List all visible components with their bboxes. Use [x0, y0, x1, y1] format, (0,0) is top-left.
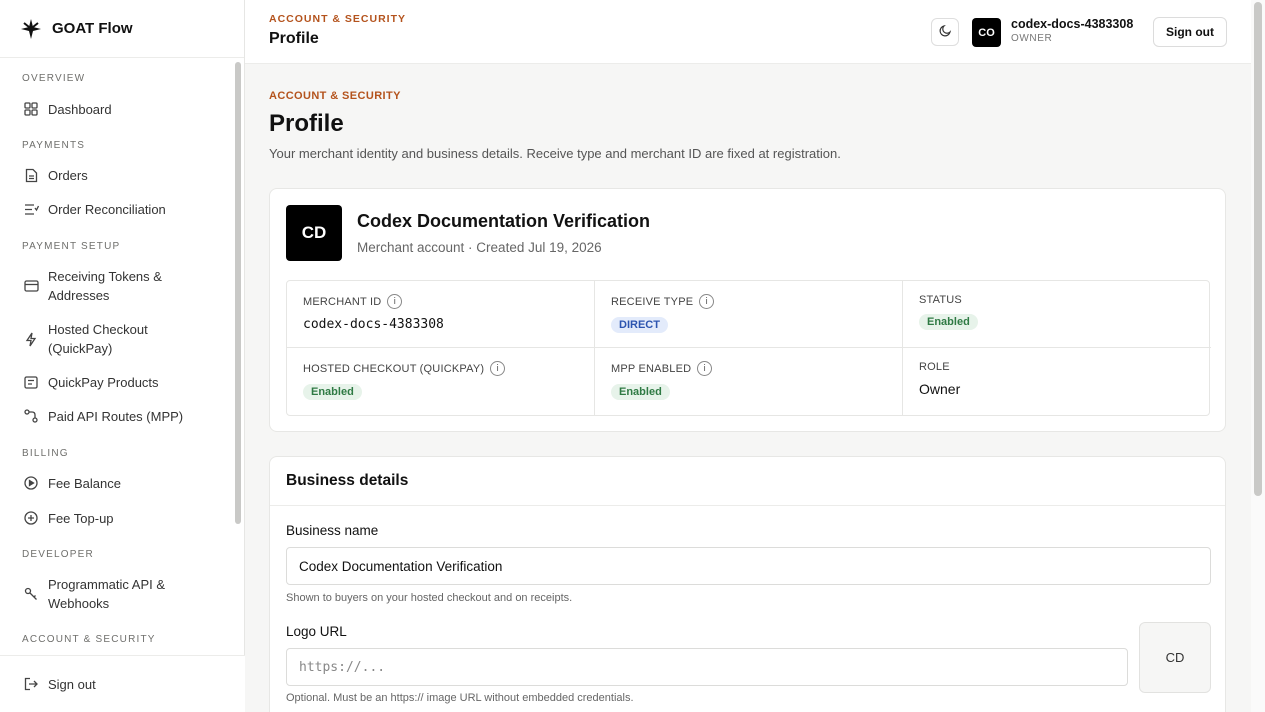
merchant-avatar: CD [286, 205, 342, 261]
section-account-security: ACCOUNT & SECURITY [22, 634, 156, 645]
sidebar-item-label: Receiving Tokens & Addresses [48, 269, 162, 303]
business-name-hint: Shown to buyers on your hosted checkout … [286, 592, 573, 604]
sidebar-item-receiving-tokens[interactable]: Receiving Tokens & Addresses [14, 266, 220, 306]
list-check-icon [22, 200, 40, 218]
role-value: Owner [919, 381, 961, 397]
receive-type-label: RECEIVE TYPE [611, 295, 694, 308]
logo-preview: CD [1139, 622, 1211, 693]
sidebar-item-dashboard[interactable]: Dashboard [14, 98, 220, 120]
business-details-card: Business details Business name Codex Doc… [269, 456, 1226, 712]
role-label: ROLE [919, 361, 950, 373]
page-eyebrow: ACCOUNT & SECURITY [269, 90, 401, 102]
sidebar-item-order-reconciliation[interactable]: Order Reconciliation [14, 198, 220, 220]
info-icon[interactable]: i [490, 361, 506, 376]
sidebar-item-hosted-checkout[interactable]: Hosted Checkout (QuickPay) [14, 319, 220, 359]
section-developer: DEVELOPER [22, 549, 94, 560]
receive-type-badge: DIRECT [611, 317, 668, 333]
role-cell: ROLE Owner [903, 348, 1211, 415]
route-icon [22, 407, 40, 425]
sidebar-item-label: Order Reconciliation [48, 201, 166, 217]
topbar: ACCOUNT & SECURITY Profile CO codex-docs… [245, 0, 1251, 64]
sidebar-item-label: Fee Top-up [48, 510, 114, 526]
section-billing: BILLING [22, 448, 69, 459]
mpp-enabled-badge: Enabled [611, 384, 670, 400]
receipt-icon [22, 373, 40, 391]
hosted-checkout-label: HOSTED CHECKOUT (QUICKPAY) [303, 362, 485, 375]
breadcrumb: ACCOUNT & SECURITY [269, 13, 407, 25]
sidebar-scrollbar[interactable] [235, 62, 241, 524]
receive-type-cell: RECEIVE TYPE i DIRECT [595, 281, 903, 348]
play-circle-icon [22, 474, 40, 492]
user-name: codex-docs-4383308 [1011, 17, 1134, 31]
sidebar-item-label: QuickPay Products [48, 374, 159, 390]
sidebar-item-orders[interactable]: Orders [14, 164, 220, 186]
business-name-input[interactable]: Codex Documentation Verification [286, 547, 1211, 585]
sidebar-item-label: Fee Balance [48, 475, 121, 491]
card-icon [22, 277, 40, 295]
sidebar-item-programmatic-api[interactable]: Programmatic API & Webhooks [14, 574, 220, 614]
brand-name: GOAT Flow [52, 20, 133, 37]
main-scrollbar[interactable] [1254, 2, 1262, 496]
section-payment-setup: PAYMENT SETUP [22, 241, 121, 252]
sidebar-item-quickpay-products[interactable]: QuickPay Products [14, 371, 220, 393]
hosted-checkout-cell: HOSTED CHECKOUT (QUICKPAY) i Enabled [287, 348, 595, 415]
business-name-label: Business name [286, 523, 379, 538]
info-icon[interactable]: i [699, 294, 715, 309]
sidebar: GOAT Flow OVERVIEW Dashboard PAYMENTS Or… [0, 0, 245, 712]
page-title: Profile [269, 110, 344, 137]
document-icon [22, 166, 40, 184]
sidebar-item-label: Programmatic API & Webhooks [48, 577, 166, 611]
hosted-checkout-badge: Enabled [303, 384, 362, 400]
user-role: OWNER [1011, 33, 1053, 44]
grid-icon [22, 100, 40, 118]
sidebar-item-paid-api-routes[interactable]: Paid API Routes (MPP) [14, 405, 220, 427]
info-icon[interactable]: i [697, 361, 713, 376]
status-badge: Enabled [919, 314, 978, 330]
mpp-enabled-cell: MPP ENABLED i Enabled [595, 348, 903, 415]
sidebar-item-label: Paid API Routes (MPP) [48, 408, 184, 424]
sidebar-item-label: Dashboard [48, 101, 112, 117]
logo-url-input[interactable]: https://... [286, 648, 1128, 686]
merchant-id-cell: MERCHANT ID i codex-docs-4383308 [287, 281, 595, 348]
goat-logo-icon [20, 18, 42, 40]
topbar-title: Profile [269, 30, 319, 47]
merchant-id-value: codex-docs-4383308 [303, 317, 444, 332]
section-payments: PAYMENTS [22, 140, 86, 151]
status-label: STATUS [919, 294, 962, 306]
sidebar-item-label: Hosted Checkout (QuickPay) [48, 322, 148, 356]
merchant-name: Codex Documentation Verification [357, 211, 651, 231]
sign-out-label: Sign out [48, 676, 96, 692]
logo-url-hint: Optional. Must be an https:// image URL … [286, 692, 634, 704]
avatar[interactable]: CO [972, 18, 1001, 47]
merchant-details-grid: MERCHANT ID i codex-docs-4383308 RECEIVE … [286, 280, 1211, 416]
page-description: Your merchant identity and business deta… [269, 146, 841, 161]
info-icon[interactable]: i [387, 294, 403, 309]
mpp-enabled-label: MPP ENABLED [611, 362, 692, 375]
sidebar-item-label: Orders [48, 167, 88, 183]
sign-out-icon [22, 675, 40, 693]
sidebar-item-fee-topup[interactable]: Fee Top-up [14, 507, 220, 529]
sidebar-nav: OVERVIEW Dashboard PAYMENTS Orders Order… [0, 58, 230, 655]
merchant-meta: Merchant account · Created Jul 19, 2026 [357, 240, 602, 255]
merchant-card: CD Codex Documentation Verification Merc… [269, 188, 1226, 432]
merchant-id-label: MERCHANT ID [303, 295, 382, 308]
lightning-icon [22, 330, 40, 348]
logo-url-label: Logo URL [286, 624, 347, 639]
section-overview: OVERVIEW [22, 73, 86, 84]
theme-toggle-button[interactable] [931, 18, 959, 46]
moon-icon [939, 24, 952, 40]
status-cell: STATUS Enabled [903, 281, 1211, 348]
sidebar-item-fee-balance[interactable]: Fee Balance [14, 472, 220, 494]
sign-out-button[interactable]: Sign out [1153, 17, 1227, 47]
sidebar-sign-out[interactable]: Sign out [0, 655, 245, 712]
brand[interactable]: GOAT Flow [0, 0, 244, 58]
business-details-title: Business details [270, 457, 1225, 506]
plus-circle-icon [22, 509, 40, 527]
key-icon [22, 585, 40, 603]
